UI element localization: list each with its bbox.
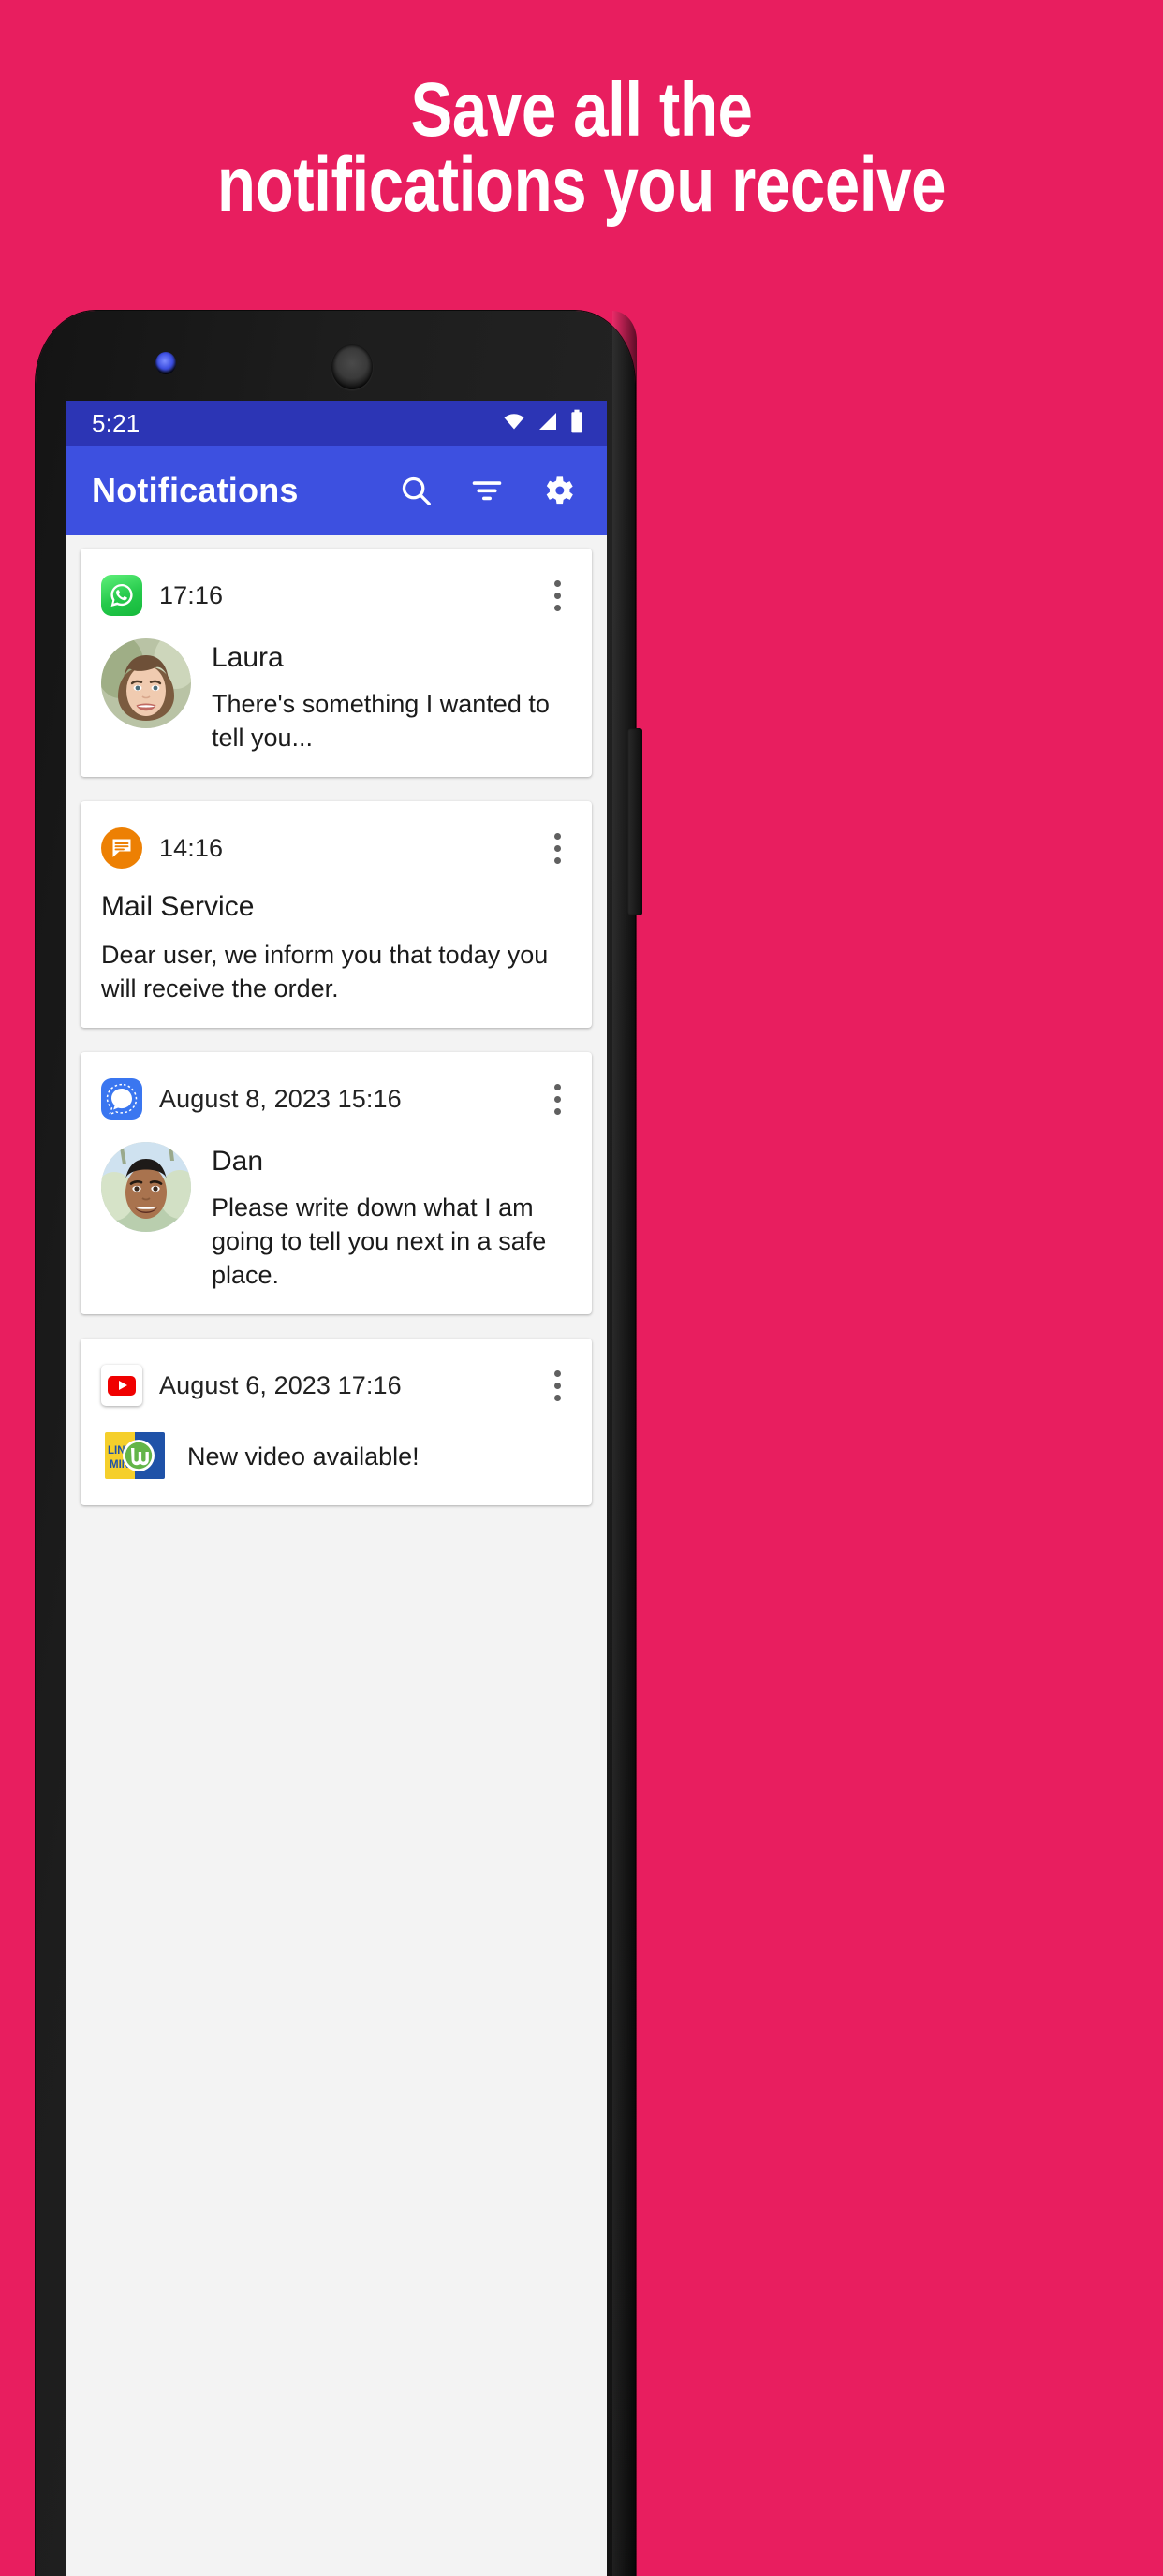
notification-led-icon xyxy=(155,352,176,374)
filter-icon[interactable] xyxy=(466,470,508,511)
headline-line-2: notifications you receive xyxy=(216,142,947,227)
notification-header: 14:16 xyxy=(101,822,571,874)
promo-headline: Save all the notifications you receive xyxy=(105,67,1058,227)
notification-sender: Laura xyxy=(212,642,284,673)
app-bar-title: Notifications xyxy=(92,471,299,509)
notification-body: Mail Service Dear user, we inform you th… xyxy=(101,891,571,1005)
notification-card[interactable]: August 8, 2023 15:16 Dan Please write do… xyxy=(81,1052,592,1314)
notification-message: Please write down what I am going to tel… xyxy=(212,1193,547,1289)
youtube-icon xyxy=(101,1365,142,1406)
status-bar: 5:21 xyxy=(66,401,607,446)
notification-time: 14:16 xyxy=(159,833,224,862)
whatsapp-icon xyxy=(101,575,142,616)
notification-text: Laura There's something I wanted to tell… xyxy=(212,638,571,754)
notification-header: August 6, 2023 17:16 xyxy=(101,1359,571,1412)
notification-card[interactable]: August 6, 2023 17:16 LINUX MINT xyxy=(81,1339,592,1505)
notification-time: August 6, 2023 17:16 xyxy=(159,1370,402,1399)
search-icon[interactable] xyxy=(395,470,436,511)
notification-list[interactable]: 17:16 Laura There's something I wanted t… xyxy=(66,535,607,2576)
battery-icon xyxy=(569,409,584,438)
app-bar-actions xyxy=(395,470,586,511)
app-bar: Notifications xyxy=(66,446,607,535)
laura-avatar xyxy=(101,638,191,728)
wifi-icon xyxy=(500,410,528,437)
more-options-icon[interactable] xyxy=(543,827,571,869)
settings-gear-icon[interactable] xyxy=(537,470,579,511)
notification-message: There's something I wanted to tell you..… xyxy=(212,690,550,752)
notification-time: August 8, 2023 15:16 xyxy=(159,1084,402,1113)
notification-text: Dan Please write down what I am going to… xyxy=(212,1142,571,1292)
more-options-icon[interactable] xyxy=(543,575,571,616)
notification-header: August 8, 2023 15:16 xyxy=(101,1073,571,1125)
notification-body: Laura There's something I wanted to tell… xyxy=(101,638,571,754)
more-options-icon[interactable] xyxy=(543,1365,571,1406)
notification-header: 17:16 xyxy=(101,569,571,622)
status-bar-clock: 5:21 xyxy=(92,408,140,437)
linux-mint-logo: LINUX MINT xyxy=(101,1428,169,1483)
front-camera-icon xyxy=(331,344,373,389)
notification-card[interactable]: 14:16 Mail Service Dear user, we inform … xyxy=(81,801,592,1028)
message-bubble-icon xyxy=(101,827,142,869)
status-bar-icons xyxy=(500,409,584,438)
notification-sender: Dan xyxy=(212,1146,264,1177)
notification-card[interactable]: 17:16 Laura There's something I wanted t… xyxy=(81,549,592,777)
notification-body: Dan Please write down what I am going to… xyxy=(101,1142,571,1292)
phone-screen: 5:21 Notifications 17:16 Laura There's s… xyxy=(66,401,607,2576)
more-options-icon[interactable] xyxy=(543,1078,571,1120)
notification-message: Dear user, we inform you that today you … xyxy=(101,941,549,1003)
phone-mockup: 5:21 Notifications 17:16 Laura There's s… xyxy=(36,311,642,2576)
signal-icon xyxy=(101,1078,142,1120)
cellular-signal-icon xyxy=(537,410,561,437)
power-button[interactable] xyxy=(627,728,642,915)
notification-title: Mail Service xyxy=(101,891,255,922)
notification-message: New video available! xyxy=(187,1442,420,1471)
headline-line-1: Save all the xyxy=(410,67,753,153)
notification-body: LINUX MINT New video available! xyxy=(101,1428,571,1483)
dan-avatar xyxy=(101,1142,191,1232)
notification-time: 17:16 xyxy=(159,580,224,609)
